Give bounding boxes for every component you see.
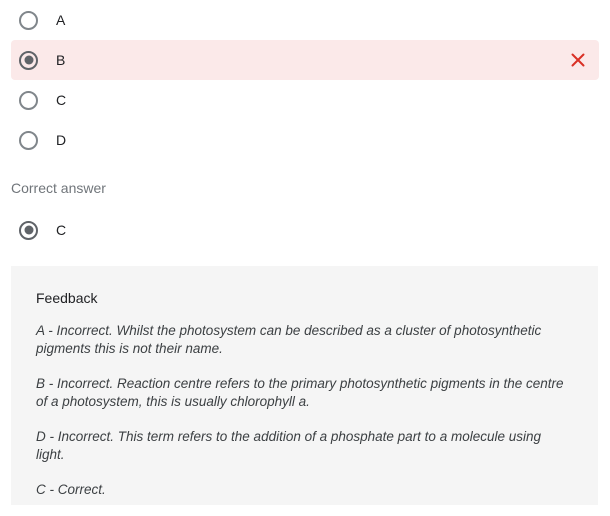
feedback-paragraph-d: D - Incorrect. This term refers to the a… xyxy=(36,429,542,462)
radio-button-a[interactable] xyxy=(19,10,38,30)
answer-option-b-label: B xyxy=(56,52,66,68)
answer-option-c-label: C xyxy=(56,92,67,108)
radio-button-b[interactable] xyxy=(19,50,38,70)
feedback-paragraph-b: B - Incorrect. Reaction centre refers to… xyxy=(36,376,564,409)
answer-option-a[interactable]: A xyxy=(11,0,599,40)
answer-option-d[interactable]: D xyxy=(11,120,599,160)
close-icon xyxy=(569,51,587,69)
radio-button-c[interactable] xyxy=(19,90,38,110)
feedback-paragraph-c: C - Correct. xyxy=(36,482,106,497)
answer-options-list: A B C D xyxy=(0,0,610,160)
correct-answer-label: C xyxy=(56,222,67,238)
radio-button-correct-answer xyxy=(19,220,38,240)
feedback-panel: Feedback A - Incorrect. Whilst the photo… xyxy=(11,266,598,505)
radio-button-d[interactable] xyxy=(19,130,38,150)
feedback-paragraph-a: A - Incorrect. Whilst the photosystem ca… xyxy=(36,323,542,356)
answer-option-d-label: D xyxy=(56,132,67,148)
feedback-heading: Feedback xyxy=(36,290,98,306)
answer-option-c[interactable]: C xyxy=(11,80,599,120)
answer-option-a-label: A xyxy=(56,12,66,28)
correct-answer-option: C xyxy=(11,210,599,250)
answer-option-b[interactable]: B xyxy=(11,40,599,80)
correct-answer-heading: Correct answer xyxy=(11,180,106,196)
